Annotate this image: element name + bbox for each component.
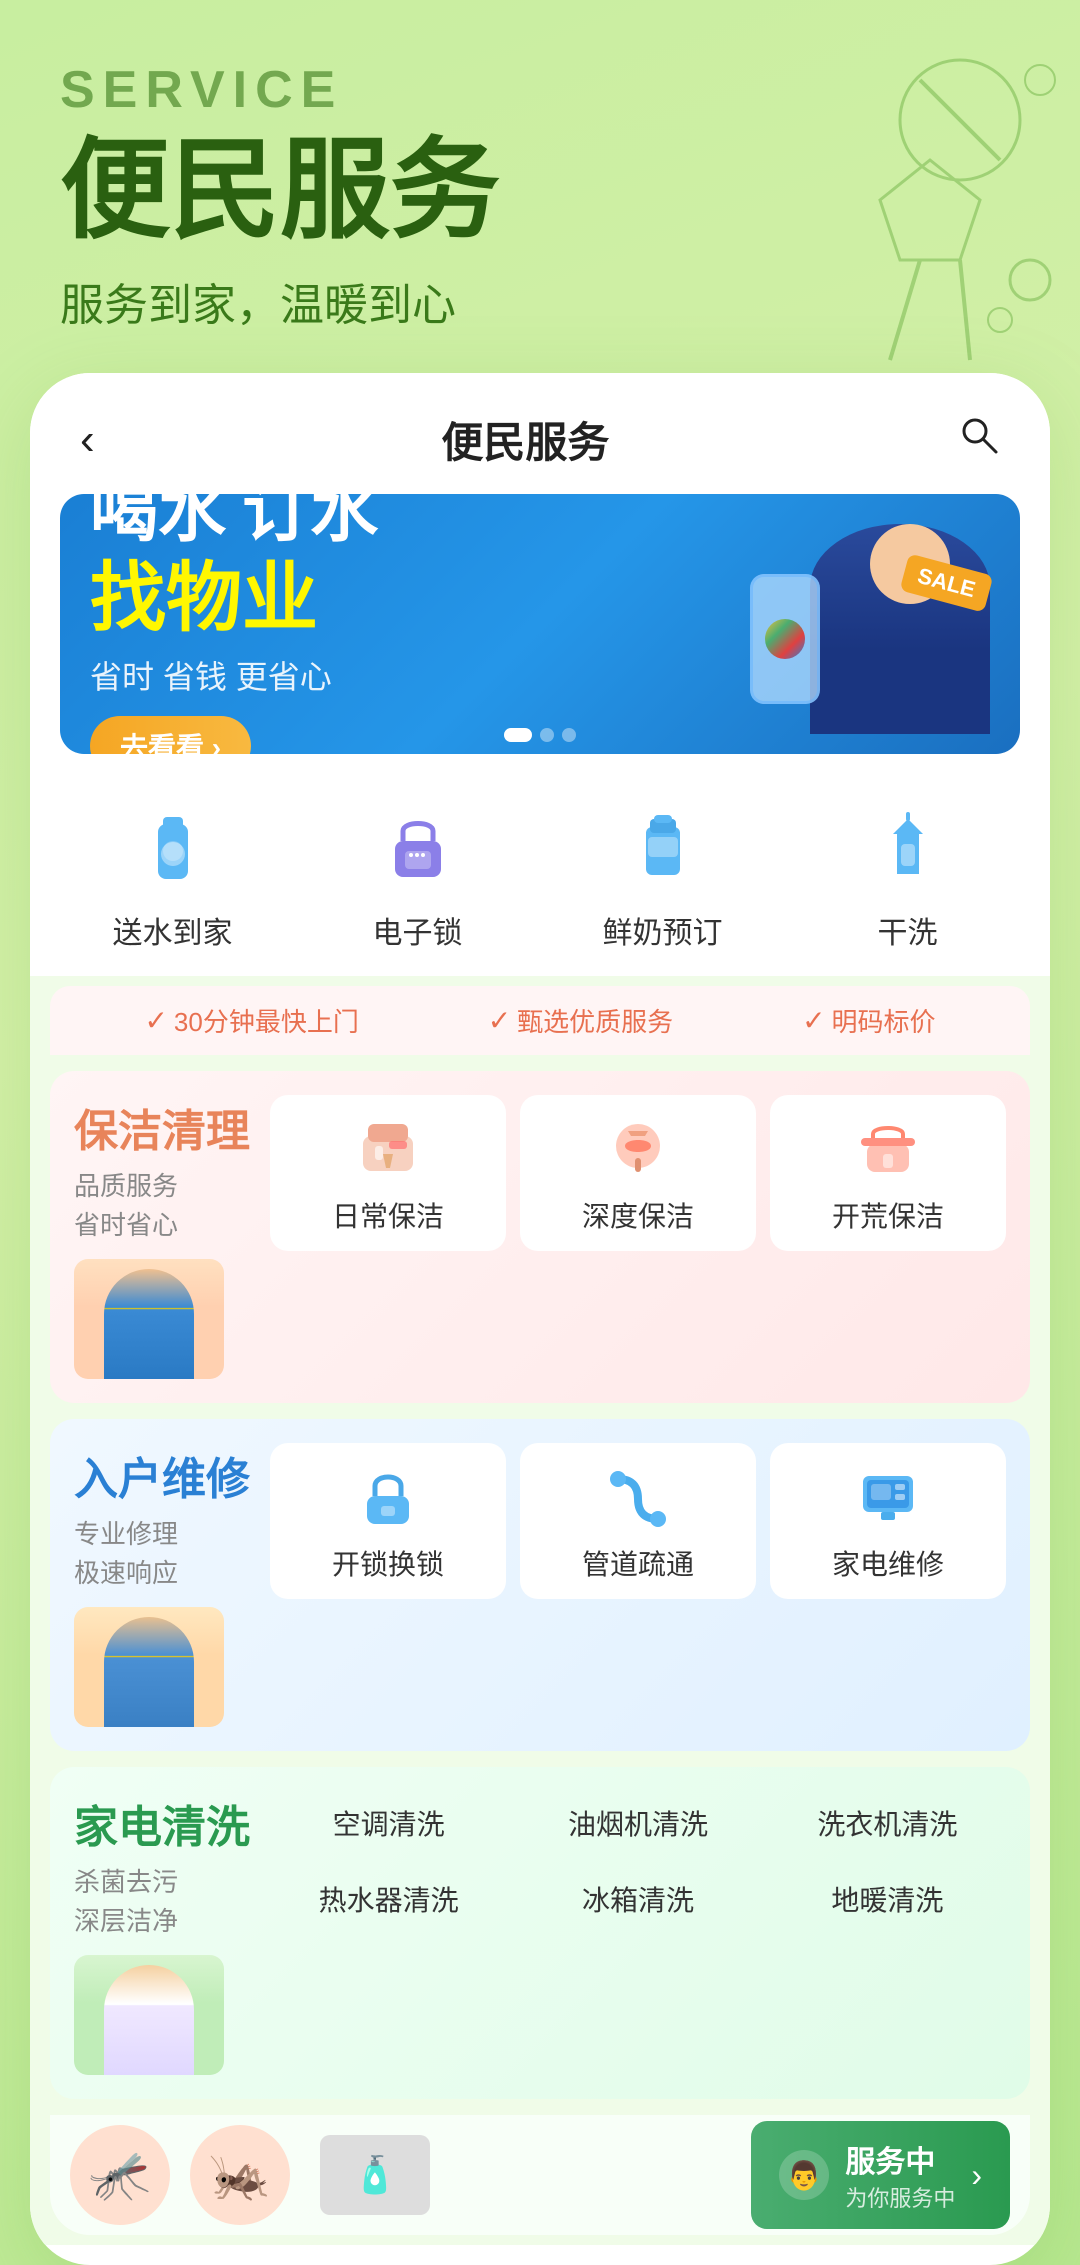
water-icon [128, 804, 218, 894]
badge-fastest: ✓ 30分钟最快上门 [144, 1002, 358, 1039]
repair-subtitle: 专业修理极速响应 [74, 1515, 254, 1593]
quick-item-water[interactable]: 送水到家 [50, 784, 295, 976]
milk-icon [618, 804, 708, 894]
appliance-subtitle: 杀菌去污深层洁净 [74, 1863, 254, 1941]
repair-left: 入户维修 专业修理极速响应 [74, 1443, 254, 1727]
daily-clean-label: 日常保洁 [332, 1195, 444, 1235]
service-deep-clean[interactable]: 深度保洁 [520, 1095, 756, 1251]
hero-title: 便民服务 [60, 130, 1020, 251]
service-lock-repair[interactable]: 开锁换锁 [270, 1443, 506, 1599]
appliance-person [74, 1955, 224, 2075]
pest-thumbnail: 🧴 [320, 2135, 430, 2215]
service-pipe[interactable]: 管道疏通 [520, 1443, 756, 1599]
banner-text: 喝水 订水 找物业 省时 省钱 更省心 去看看 › [90, 494, 730, 754]
service-heater-clean[interactable]: 热水器清洗 [270, 1867, 507, 1931]
cleaning-person [74, 1259, 224, 1379]
service-hood-clean[interactable]: 油烟机清洗 [519, 1791, 756, 1855]
pest-icon-2: 🦗 [190, 2125, 290, 2225]
hero-section: SERVICE 便民服务 服务到家，温暖到心 [0, 0, 1080, 363]
lock-repair-icon [348, 1461, 428, 1531]
nav-title: 便民服务 [441, 409, 609, 470]
section-cleaning: 保洁清理 品质服务省时省心 [50, 1071, 1030, 1403]
services-container: ✓ 30分钟最快上门 ✓ 甄选优质服务 ✓ 明码标价 保洁清理 品质服务省时省心 [30, 976, 1050, 2245]
badges-row: ✓ 30分钟最快上门 ✓ 甄选优质服务 ✓ 明码标价 [50, 986, 1030, 1055]
quick-item-water-label: 送水到家 [113, 908, 233, 952]
lock-icon [373, 804, 463, 894]
appliance-left: 家电清洗 杀菌去污深层洁净 [74, 1791, 254, 2075]
banner-title: 喝水 订水 找物业 [90, 494, 730, 644]
nav-bar: ‹ 便民服务 [30, 373, 1050, 494]
service-appliance-repair[interactable]: 家电维修 [770, 1443, 1006, 1599]
cleaning-subtitle: 品质服务省时省心 [74, 1167, 254, 1245]
chevron-right-icon: › [971, 2157, 982, 2194]
service-floor-heat-clean[interactable]: 地暖清洗 [769, 1867, 1006, 1931]
banner-illustration: SALE [730, 514, 990, 734]
repair-title: 入户维修 [74, 1443, 254, 1507]
deep-clean-label: 深度保洁 [582, 1195, 694, 1235]
pest-icons: 🦟 🦗 [50, 2125, 310, 2225]
lock-repair-label: 开锁换锁 [332, 1543, 444, 1583]
badge-price: ✓ 明码标价 [802, 1002, 935, 1039]
quick-item-lock-label: 电子锁 [373, 908, 463, 952]
dryclean-icon [863, 804, 953, 894]
rough-clean-icon [848, 1113, 928, 1183]
pipe-icon [598, 1461, 678, 1531]
service-washer-clean[interactable]: 洗衣机清洗 [769, 1791, 1006, 1855]
daily-clean-icon [348, 1113, 428, 1183]
quick-services-row: 送水到家 电子锁 [50, 784, 1030, 976]
service-ac-clean[interactable]: 空调清洗 [270, 1791, 507, 1855]
quick-item-lock[interactable]: 电子锁 [295, 784, 540, 976]
hero-subtitle: 服务到家，温暖到心 [60, 269, 1020, 333]
banner-subtitle: 省时 省钱 更省心 [90, 652, 730, 698]
phone-card: ‹ 便民服务 喝水 订水 找物业 省时 省钱 更省心 去看看 › [30, 373, 1050, 2265]
appliance-content: 家电清洗 杀菌去污深层洁净 空调清洗 油烟机清洗 [74, 1791, 1006, 2075]
promo-banner[interactable]: 喝水 订水 找物业 省时 省钱 更省心 去看看 › SALE [60, 494, 1020, 754]
deep-clean-icon [598, 1113, 678, 1183]
pest-icon-1: 🦟 [70, 2125, 170, 2225]
pipe-label: 管道疏通 [582, 1543, 694, 1583]
service-fridge-clean[interactable]: 冰箱清洗 [519, 1867, 756, 1931]
cleaning-left: 保洁清理 品质服务省时省心 [74, 1095, 254, 1379]
quick-item-dryclean-label: 干洗 [878, 908, 938, 952]
cleaning-services: 日常保洁 深度保洁 [270, 1095, 1006, 1251]
appliance-repair-icon [848, 1461, 928, 1531]
repair-person [74, 1607, 224, 1727]
badge-quality: ✓ 甄选优质服务 [488, 1002, 673, 1039]
quick-item-milk[interactable]: 鲜奶预订 [540, 784, 785, 976]
section-repair: 入户维修 专业修理极速响应 [50, 1419, 1030, 1751]
repair-content: 入户维修 专业修理极速响应 [74, 1443, 1006, 1727]
banner-button[interactable]: 去看看 › [90, 716, 251, 754]
service-active-banner[interactable]: 👨 服务中 为你服务中 › [751, 2121, 1010, 2229]
rough-clean-label: 开荒保洁 [832, 1195, 944, 1235]
section-appliance-clean: 家电清洗 杀菌去污深层洁净 空调清洗 油烟机清洗 [50, 1767, 1030, 2099]
cleaning-title: 保洁清理 [74, 1095, 254, 1159]
quick-item-milk-label: 鲜奶预订 [603, 908, 723, 952]
bottom-strip: 🦟 🦗 🧴 👨 服务中 为你服务中 › [50, 2115, 1030, 2235]
appliance-repair-label: 家电维修 [832, 1543, 944, 1583]
service-avatar: 👨 [779, 2150, 829, 2200]
repair-services: 开锁换锁 管道疏通 [270, 1443, 1006, 1599]
quick-item-dryclean[interactable]: 干洗 [785, 784, 1030, 976]
cleaning-content: 保洁清理 品质服务省时省心 [74, 1095, 1006, 1379]
appliance-services: 空调清洗 油烟机清洗 洗衣机清洗 热水器清洗 [270, 1791, 1006, 1931]
search-icon[interactable] [956, 412, 1000, 467]
service-text: 服务中 为你服务中 [845, 2137, 955, 2213]
back-button[interactable]: ‹ [80, 415, 95, 465]
appliance-title: 家电清洗 [74, 1791, 254, 1855]
hero-service-en: SERVICE [60, 60, 1020, 120]
service-daily-clean[interactable]: 日常保洁 [270, 1095, 506, 1251]
service-rough-clean[interactable]: 开荒保洁 [770, 1095, 1006, 1251]
